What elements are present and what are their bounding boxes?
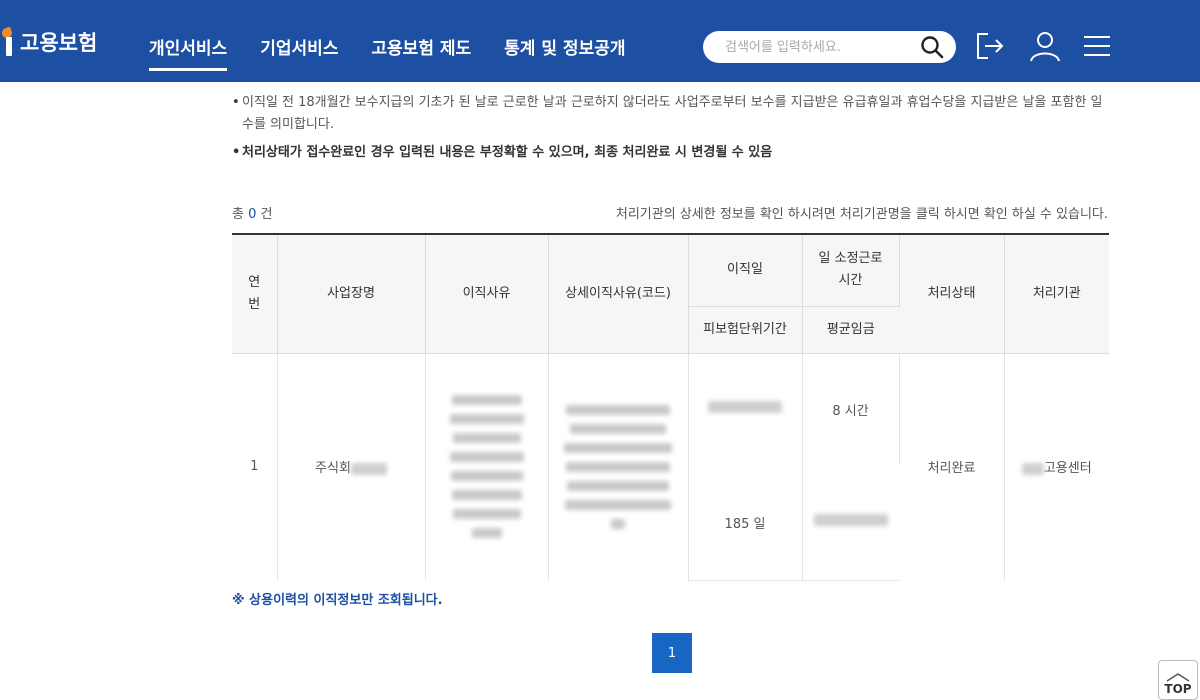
- redacted-text: [708, 401, 782, 414]
- logo-text: 고용보험: [20, 31, 98, 55]
- header-reason: 이직사유: [425, 233, 549, 354]
- nav-item-personal[interactable]: 개인서비스: [149, 34, 228, 71]
- total-suffix: 건: [260, 207, 273, 222]
- cell-reason: [425, 353, 549, 580]
- redacted-text: [1021, 462, 1044, 475]
- cell-company: 주식회: [277, 353, 426, 580]
- search-box: [703, 31, 956, 63]
- logout-icon[interactable]: [972, 29, 1006, 63]
- nav-item-business[interactable]: 기업서비스: [260, 34, 338, 65]
- cell-leave-date: [688, 353, 803, 465]
- main-nav: 개인서비스 기업서비스 고용보험 제도 통계 및 정보공개: [149, 34, 626, 71]
- total-number: 0: [248, 207, 257, 222]
- table-row: 1 주식회 8 시간 처리완료 고용센터: [232, 353, 1109, 580]
- page-button-current[interactable]: 1: [652, 633, 692, 673]
- table-guide-text: 처리기관의 상세한 정보를 확인 하시려면 처리기관명을 클릭 하시면 확인 하…: [615, 207, 1108, 222]
- nav-item-statistics[interactable]: 통계 및 정보공개: [504, 34, 625, 65]
- search-input[interactable]: [725, 37, 915, 57]
- agency-suffix[interactable]: 고용센터: [1044, 461, 1092, 476]
- cell-detail-reason: [548, 353, 689, 580]
- menu-icon[interactable]: [1080, 29, 1114, 63]
- notice-list: • 이직일 전 18개월간 보수지급의 기초가 된 날로 근로한 날과 근로하지 …: [232, 92, 1112, 164]
- cell-work-hours: 8 시간: [802, 353, 900, 465]
- leave-history-table: 연 번 사업장명 이직사유 상세이직사유(코드) 이직일 일 소정근로 시간 처…: [232, 233, 1109, 581]
- header-status: 처리상태: [899, 233, 1005, 354]
- total-prefix: 총: [232, 207, 244, 222]
- notice-item: • 이직일 전 18개월간 보수지급의 기초가 된 날로 근로한 날과 근로하지 …: [232, 95, 1103, 132]
- company-prefix: 주식회: [315, 461, 351, 477]
- cell-status: 처리완료: [899, 353, 1005, 580]
- site-header: 고용보험 개인서비스 기업서비스 고용보험 제도 통계 및 정보공개: [0, 0, 1200, 82]
- top-button[interactable]: TOP: [1158, 660, 1198, 700]
- cell-no: 1: [232, 353, 278, 580]
- redacted-text: [426, 395, 548, 539]
- header-leave-date: 이직일: [688, 233, 803, 307]
- nav-item-system[interactable]: 고용보험 제도: [371, 34, 471, 65]
- header-company: 사업장명: [277, 233, 426, 354]
- header-insured-period: 피보험단위기간: [688, 306, 803, 354]
- footnote: ※ 상용이력의 이직정보만 조회됩니다.: [232, 593, 443, 608]
- total-count: 총 0 건: [232, 203, 273, 222]
- redacted-text: [350, 462, 387, 475]
- search-icon[interactable]: [920, 35, 944, 59]
- header-no: 연 번: [232, 233, 278, 354]
- redacted-text: [549, 404, 688, 529]
- header-agency: 처리기관: [1004, 233, 1109, 354]
- cell-avg-wage: [802, 465, 899, 581]
- header-avg-wage: 평균임금: [802, 306, 899, 354]
- header-work-hours: 일 소정근로 시간: [802, 233, 900, 307]
- top-button-label: TOP: [1164, 682, 1192, 696]
- header-detail-reason: 상세이직사유(코드): [548, 233, 689, 354]
- redacted-text: [813, 514, 888, 527]
- cell-agency[interactable]: 고용센터: [1004, 353, 1109, 580]
- notice-text: 이직일 전 18개월간 보수지급의 기초가 된 날로 근로한 날과 근로하지 않…: [242, 95, 1103, 132]
- chevron-up-icon: [1166, 673, 1190, 682]
- cell-insured-period: 185 일: [688, 465, 803, 581]
- notice-item: • 처리상태가 접수완료인 경우 입력된 내용은 부정확할 수 있으며, 최종 처…: [232, 145, 773, 160]
- user-icon[interactable]: [1028, 29, 1062, 63]
- logo-mark-icon: [0, 22, 20, 62]
- logo[interactable]: 고용보험: [0, 22, 97, 62]
- notice-text: 처리상태가 접수완료인 경우 입력된 내용은 부정확할 수 있으며, 최종 처리…: [242, 145, 773, 160]
